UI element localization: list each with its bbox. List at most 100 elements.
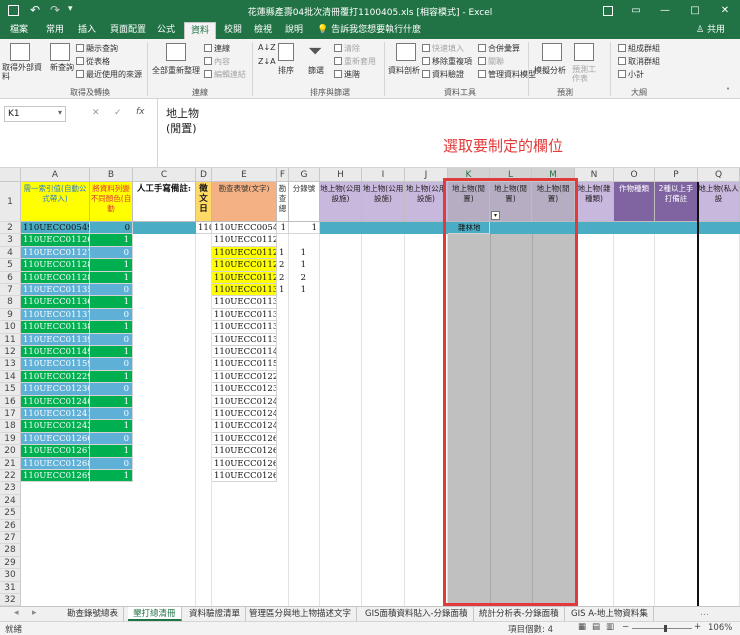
cell-e21[interactable]: 110UECC01268 [212,457,277,470]
header-cell-h[interactable]: 地上物(公用設施) [320,182,362,222]
row-header[interactable]: 25 [0,507,21,520]
filter-icon[interactable]: ⏷ [308,41,322,62]
cell-b16[interactable]: 1 [90,395,133,408]
account-icon[interactable] [596,0,620,22]
forecast-sheet-button[interactable]: 預測工作表 [572,65,598,83]
cell-e5[interactable]: 110UECC01128 [212,259,277,272]
header-cell-j[interactable]: 地上物(公用設施) [405,182,448,222]
recent-sources-button[interactable]: 最近使用的來源 [76,69,142,80]
text-to-columns-button[interactable]: 資料剖析 [388,65,420,76]
sort-button[interactable]: 排序 [278,65,294,76]
cell-a22[interactable]: 110UECC01269- [21,470,90,483]
row-header[interactable]: 32 [0,594,21,606]
select-all-corner[interactable] [0,168,21,182]
properties-button[interactable]: 內容 [204,56,230,67]
cell-b4[interactable]: 0 [90,246,133,260]
tab-view[interactable]: 檢視 [248,22,278,39]
cell-e14[interactable]: 110UECC01229 [212,370,277,384]
cell-a7[interactable]: 110UECC01135-1 [21,284,90,297]
cell-g7[interactable]: 1 [289,284,320,296]
header-cell-e[interactable]: 勘查表號(文字) [212,182,277,222]
tab-file[interactable]: 檔案 [4,22,34,39]
cell-g4[interactable]: 1 [289,247,320,259]
more-sheets-icon[interactable]: … [700,608,709,618]
cell-b2[interactable]: 0 [90,222,133,235]
cell-b22[interactable]: 1 [90,470,133,483]
cell-e6[interactable]: 110UECC01128 [212,271,277,284]
row-header[interactable]: 22 [0,470,21,483]
sheet-tab-2[interactable]: 墾打總清冊 [128,607,182,621]
zoom-slider[interactable] [632,628,692,629]
row-header[interactable]: 8 [0,296,21,309]
cell-a19[interactable]: 110UECC01266- [21,432,90,446]
row-header[interactable]: 28 [0,544,21,557]
row-header[interactable]: 16 [0,395,21,408]
header-cell-n[interactable]: 地上物(雜種類) [575,182,614,222]
cell-a4[interactable]: 110UECC01127-1 [21,246,90,260]
sheet-tab-7[interactable]: GIS A-地上物資料集 [566,607,654,621]
cell-e22[interactable]: 110UECC01269 [212,470,277,483]
cell-a16[interactable]: 110UECC01240- [21,395,90,408]
row-header[interactable]: 23 [0,482,21,495]
share-button[interactable]: ♙ 共用 [690,22,731,39]
cell-b3[interactable]: 1 [90,234,133,247]
cell-b17[interactable]: 0 [90,408,133,421]
cell-e10[interactable]: 110UECC01138 [212,321,277,334]
new-query-button[interactable]: 新查詢 [50,63,74,72]
what-if-icon[interactable] [542,43,562,61]
column-header-d[interactable]: D [196,168,212,182]
cell-a9[interactable]: 110UECC01137- [21,308,90,322]
header-cell-a[interactable]: 需一索引值(自動公式帶入) [21,182,90,222]
cell-b6[interactable]: 1 [90,271,133,284]
cell-b12[interactable]: 1 [90,346,133,359]
cell-a17[interactable]: 110UECC01241- [21,408,90,421]
page-layout-view-icon[interactable]: ▤ [592,622,600,632]
cell-b13[interactable]: 0 [90,358,133,371]
edit-links-button[interactable]: 編輯連結 [204,69,246,80]
cell-b7[interactable]: 0 [90,284,133,297]
cell-b10[interactable]: 1 [90,321,133,334]
relationships-button[interactable]: 關聯 [478,56,504,67]
sheet-tab-1[interactable]: 勘查錄號總表 [62,607,125,621]
cell-e13[interactable]: 110UECC01159 [212,358,277,371]
cell-f2[interactable]: 1 [277,222,289,235]
cell-e19[interactable]: 110UECC01266 [212,432,277,446]
row-header[interactable]: 7 [0,284,21,297]
tab-page-layout[interactable]: 頁面配置 [104,22,152,39]
cell-e12[interactable]: 110UECC01149 [212,346,277,359]
header-cell-f[interactable]: 勘查總 [277,182,289,222]
tell-me-search[interactable]: 💡 告訴我您想要執行什麼 [311,22,427,39]
scroll-left-icon[interactable]: ◂ [14,608,19,618]
column-header-o[interactable]: O [614,168,655,182]
formula-input[interactable]: 地上物 (閒置) [157,99,740,167]
sheet-tab-3[interactable]: 資料驗證清單 [184,607,247,621]
column-header-n[interactable]: N [575,168,614,182]
row-header[interactable]: 20 [0,445,21,458]
row-header[interactable]: 13 [0,358,21,371]
row-header[interactable]: 9 [0,308,21,322]
cell-e20[interactable]: 110UECC01267 [212,445,277,458]
tab-help[interactable]: 說明 [279,22,309,39]
cell-a6[interactable]: 110UECC01128-2 [21,271,90,284]
page-break-view-icon[interactable]: ▥ [606,622,614,632]
cell-a11[interactable]: 110UECC01139- [21,333,90,346]
sort-za-button[interactable]: Z↓A [258,57,276,66]
cell-e18[interactable]: 110UECC01242 [212,420,277,433]
cell-e16[interactable]: 110UECC01240 [212,395,277,408]
close-button[interactable]: ✕ [710,0,740,22]
cell-b8[interactable]: 1 [90,296,133,309]
cell-a5[interactable]: 110UECC01128-1 [21,259,90,272]
clear-button[interactable]: 清除 [334,43,360,54]
minimize-button[interactable]: — [650,0,680,22]
sheet-tab-5[interactable]: GIS面積資料貼入-分錄面積 [360,607,474,621]
cell-a3[interactable]: 110UECC01126- [21,234,90,247]
ribbon-display-options-icon[interactable]: ▭ [624,0,648,22]
sort-az-button[interactable]: A↓Z [258,43,276,52]
row-header[interactable]: 29 [0,556,21,570]
header-cell-g[interactable]: 分錄號 [289,182,320,222]
remove-duplicates-button[interactable]: 移除重複項 [422,56,472,67]
cell-d2[interactable]: 110/ [196,222,212,235]
row-header[interactable]: 21 [0,457,21,470]
flash-fill-button[interactable]: 快速填入 [422,43,464,54]
cell-a10[interactable]: 110UECC01138- [21,321,90,334]
